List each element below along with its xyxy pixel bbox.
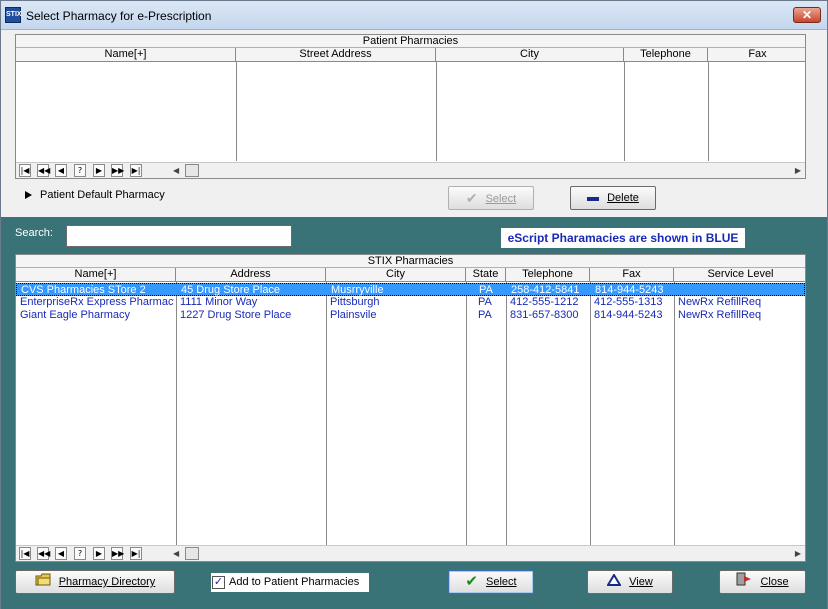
cell-fax: 814-944-5243 (594, 309, 663, 321)
title-bar: STIX Select Pharmacy for e-Prescription … (1, 1, 827, 30)
cell-telephone: 412-555-1212 (510, 296, 579, 308)
patient-pharmacies-grid[interactable]: Patient Pharmacies Name[+] Street Addres… (15, 34, 806, 179)
select-button[interactable]: ✔ Select (448, 570, 534, 594)
checkmark-icon: ✔ (465, 190, 478, 206)
default-pharmacy-label: Patient Default Pharmacy (40, 189, 165, 201)
cell-name: Giant Eagle Pharmacy (20, 309, 131, 321)
window-title: Select Pharmacy for e-Prescription (26, 9, 212, 23)
select-label: Select (486, 576, 517, 588)
right-triangle-icon (25, 191, 32, 199)
view-label: View (629, 576, 653, 588)
delete-button[interactable]: Delete (570, 186, 656, 210)
view-button[interactable]: View (587, 570, 673, 594)
grid-header: Name[+] Street Address City Telephone Fa… (16, 48, 805, 62)
pharmacy-directory-label: Pharmacy Directory (58, 576, 156, 588)
search-input[interactable] (66, 225, 292, 247)
close-button[interactable]: Close (719, 570, 806, 594)
column-header-fax[interactable]: Fax (708, 48, 807, 62)
column-header-address[interactable]: Address (176, 268, 326, 282)
prev-record-button[interactable]: ◀ (55, 547, 67, 560)
column-divider (708, 62, 709, 161)
cell-name: EnterpriseRx Express Pharmacy (20, 296, 174, 308)
search-label: Search: (15, 227, 53, 239)
select-label: Select (485, 193, 517, 205)
next-page-button[interactable]: ▶▶ (111, 164, 124, 177)
add-to-patient-label: Add to Patient Pharmacies (229, 576, 360, 588)
record-navigator: |◀ ◀◀ ◀ ? ▶ ▶▶ ▶| ◀ ▶ (16, 545, 805, 561)
next-record-button[interactable]: ▶ (93, 547, 105, 560)
search-record-button[interactable]: ? (74, 547, 86, 560)
column-header-city[interactable]: City (326, 268, 466, 282)
next-page-button[interactable]: ▶▶ (111, 547, 124, 560)
prev-page-button[interactable]: ◀◀ (37, 547, 50, 560)
first-record-button[interactable]: |◀ (19, 547, 31, 560)
column-divider (624, 62, 625, 161)
stix-pharmacies-panel: Search: eScript Pharamacies are shown in… (1, 217, 827, 609)
pharmacy-directory-button[interactable]: Pharmacy Directory (15, 570, 175, 594)
grid-caption: STIX Pharmacies (16, 255, 805, 268)
cell-state: PA (478, 296, 492, 308)
cell-city: Plainsvile (330, 309, 377, 321)
record-navigator: |◀ ◀◀ ◀ ? ▶ ▶▶ ▶| ◀ ▶ (16, 162, 805, 178)
scroll-left-arrow-icon[interactable]: ◀ (173, 164, 179, 177)
column-header-name[interactable]: Name[+] (16, 48, 236, 62)
cell-address: 1111 Minor Way (180, 296, 258, 308)
escript-blue-note: eScript Pharamacies are shown in BLUE (501, 228, 745, 248)
prev-page-button[interactable]: ◀◀ (37, 164, 50, 177)
cell-fax: 412-555-1313 (594, 296, 663, 308)
first-record-button[interactable]: |◀ (19, 164, 31, 177)
table-row[interactable]: CVS Pharmacies STore 2 45 Drug Store Pla… (16, 283, 805, 296)
column-header-telephone[interactable]: Telephone (506, 268, 590, 282)
prev-record-button[interactable]: ◀ (55, 164, 67, 177)
column-header-state[interactable]: State (466, 268, 506, 282)
grid-caption: Patient Pharmacies (16, 35, 805, 48)
exit-door-icon (736, 572, 752, 594)
scroll-left-arrow-icon[interactable]: ◀ (173, 547, 179, 560)
column-header-street-address[interactable]: Street Address (236, 48, 436, 62)
dialog-window: STIX Select Pharmacy for e-Prescription … (0, 0, 828, 609)
horizontal-scroll-thumb[interactable] (185, 547, 199, 560)
checkmark-icon: ✔ (465, 573, 478, 590)
last-record-button[interactable]: ▶| (130, 547, 142, 560)
close-label: Close (760, 576, 789, 588)
delete-label: Delete (607, 192, 639, 204)
patient-default-pharmacy[interactable]: Patient Default Pharmacy (25, 189, 165, 201)
triangle-icon (606, 572, 622, 594)
next-record-button[interactable]: ▶ (93, 164, 105, 177)
patient-pharmacies-area: Patient Pharmacies Name[+] Street Addres… (1, 31, 827, 216)
cell-service-level: NewRx RefillReq (678, 309, 762, 321)
column-header-service-level[interactable]: Service Level (674, 268, 807, 282)
column-header-telephone[interactable]: Telephone (624, 48, 708, 62)
column-header-city[interactable]: City (436, 48, 624, 62)
column-header-name[interactable]: Name[+] (16, 268, 176, 282)
column-divider (436, 62, 437, 161)
app-icon: STIX (5, 7, 22, 23)
folder-icon (35, 572, 51, 594)
scroll-right-arrow-icon[interactable]: ▶ (795, 547, 801, 560)
cell-state: PA (478, 309, 492, 321)
search-record-button[interactable]: ? (74, 164, 86, 177)
checkbox-checked-icon[interactable]: ✓ (212, 576, 225, 589)
add-to-patient-pharmacies-checkbox[interactable]: ✓ Add to Patient Pharmacies (211, 573, 369, 592)
table-row[interactable]: Giant Eagle Pharmacy 1227 Drug Store Pla… (16, 309, 805, 322)
horizontal-scroll-thumb[interactable] (185, 164, 199, 177)
cell-address: 1227 Drug Store Place (180, 309, 292, 321)
grid-header: Name[+] Address City State Telephone Fax… (16, 268, 805, 282)
column-divider (236, 62, 237, 161)
last-record-button[interactable]: ▶| (130, 164, 142, 177)
column-header-fax[interactable]: Fax (590, 268, 674, 282)
cell-city: Pittsburgh (330, 296, 380, 308)
window-close-button[interactable]: ✕ (793, 7, 821, 23)
minus-icon (587, 188, 600, 210)
select-patient-pharmacy-button[interactable]: ✔ Select (448, 186, 534, 210)
stix-pharmacies-grid[interactable]: STIX Pharmacies Name[+] Address City Sta… (15, 254, 806, 562)
table-row[interactable]: EnterpriseRx Express Pharmacy 1111 Minor… (16, 296, 805, 309)
cell-service-level: NewRx RefillReq (678, 296, 762, 308)
scroll-right-arrow-icon[interactable]: ▶ (795, 164, 801, 177)
cell-telephone: 831-657-8300 (510, 309, 579, 321)
